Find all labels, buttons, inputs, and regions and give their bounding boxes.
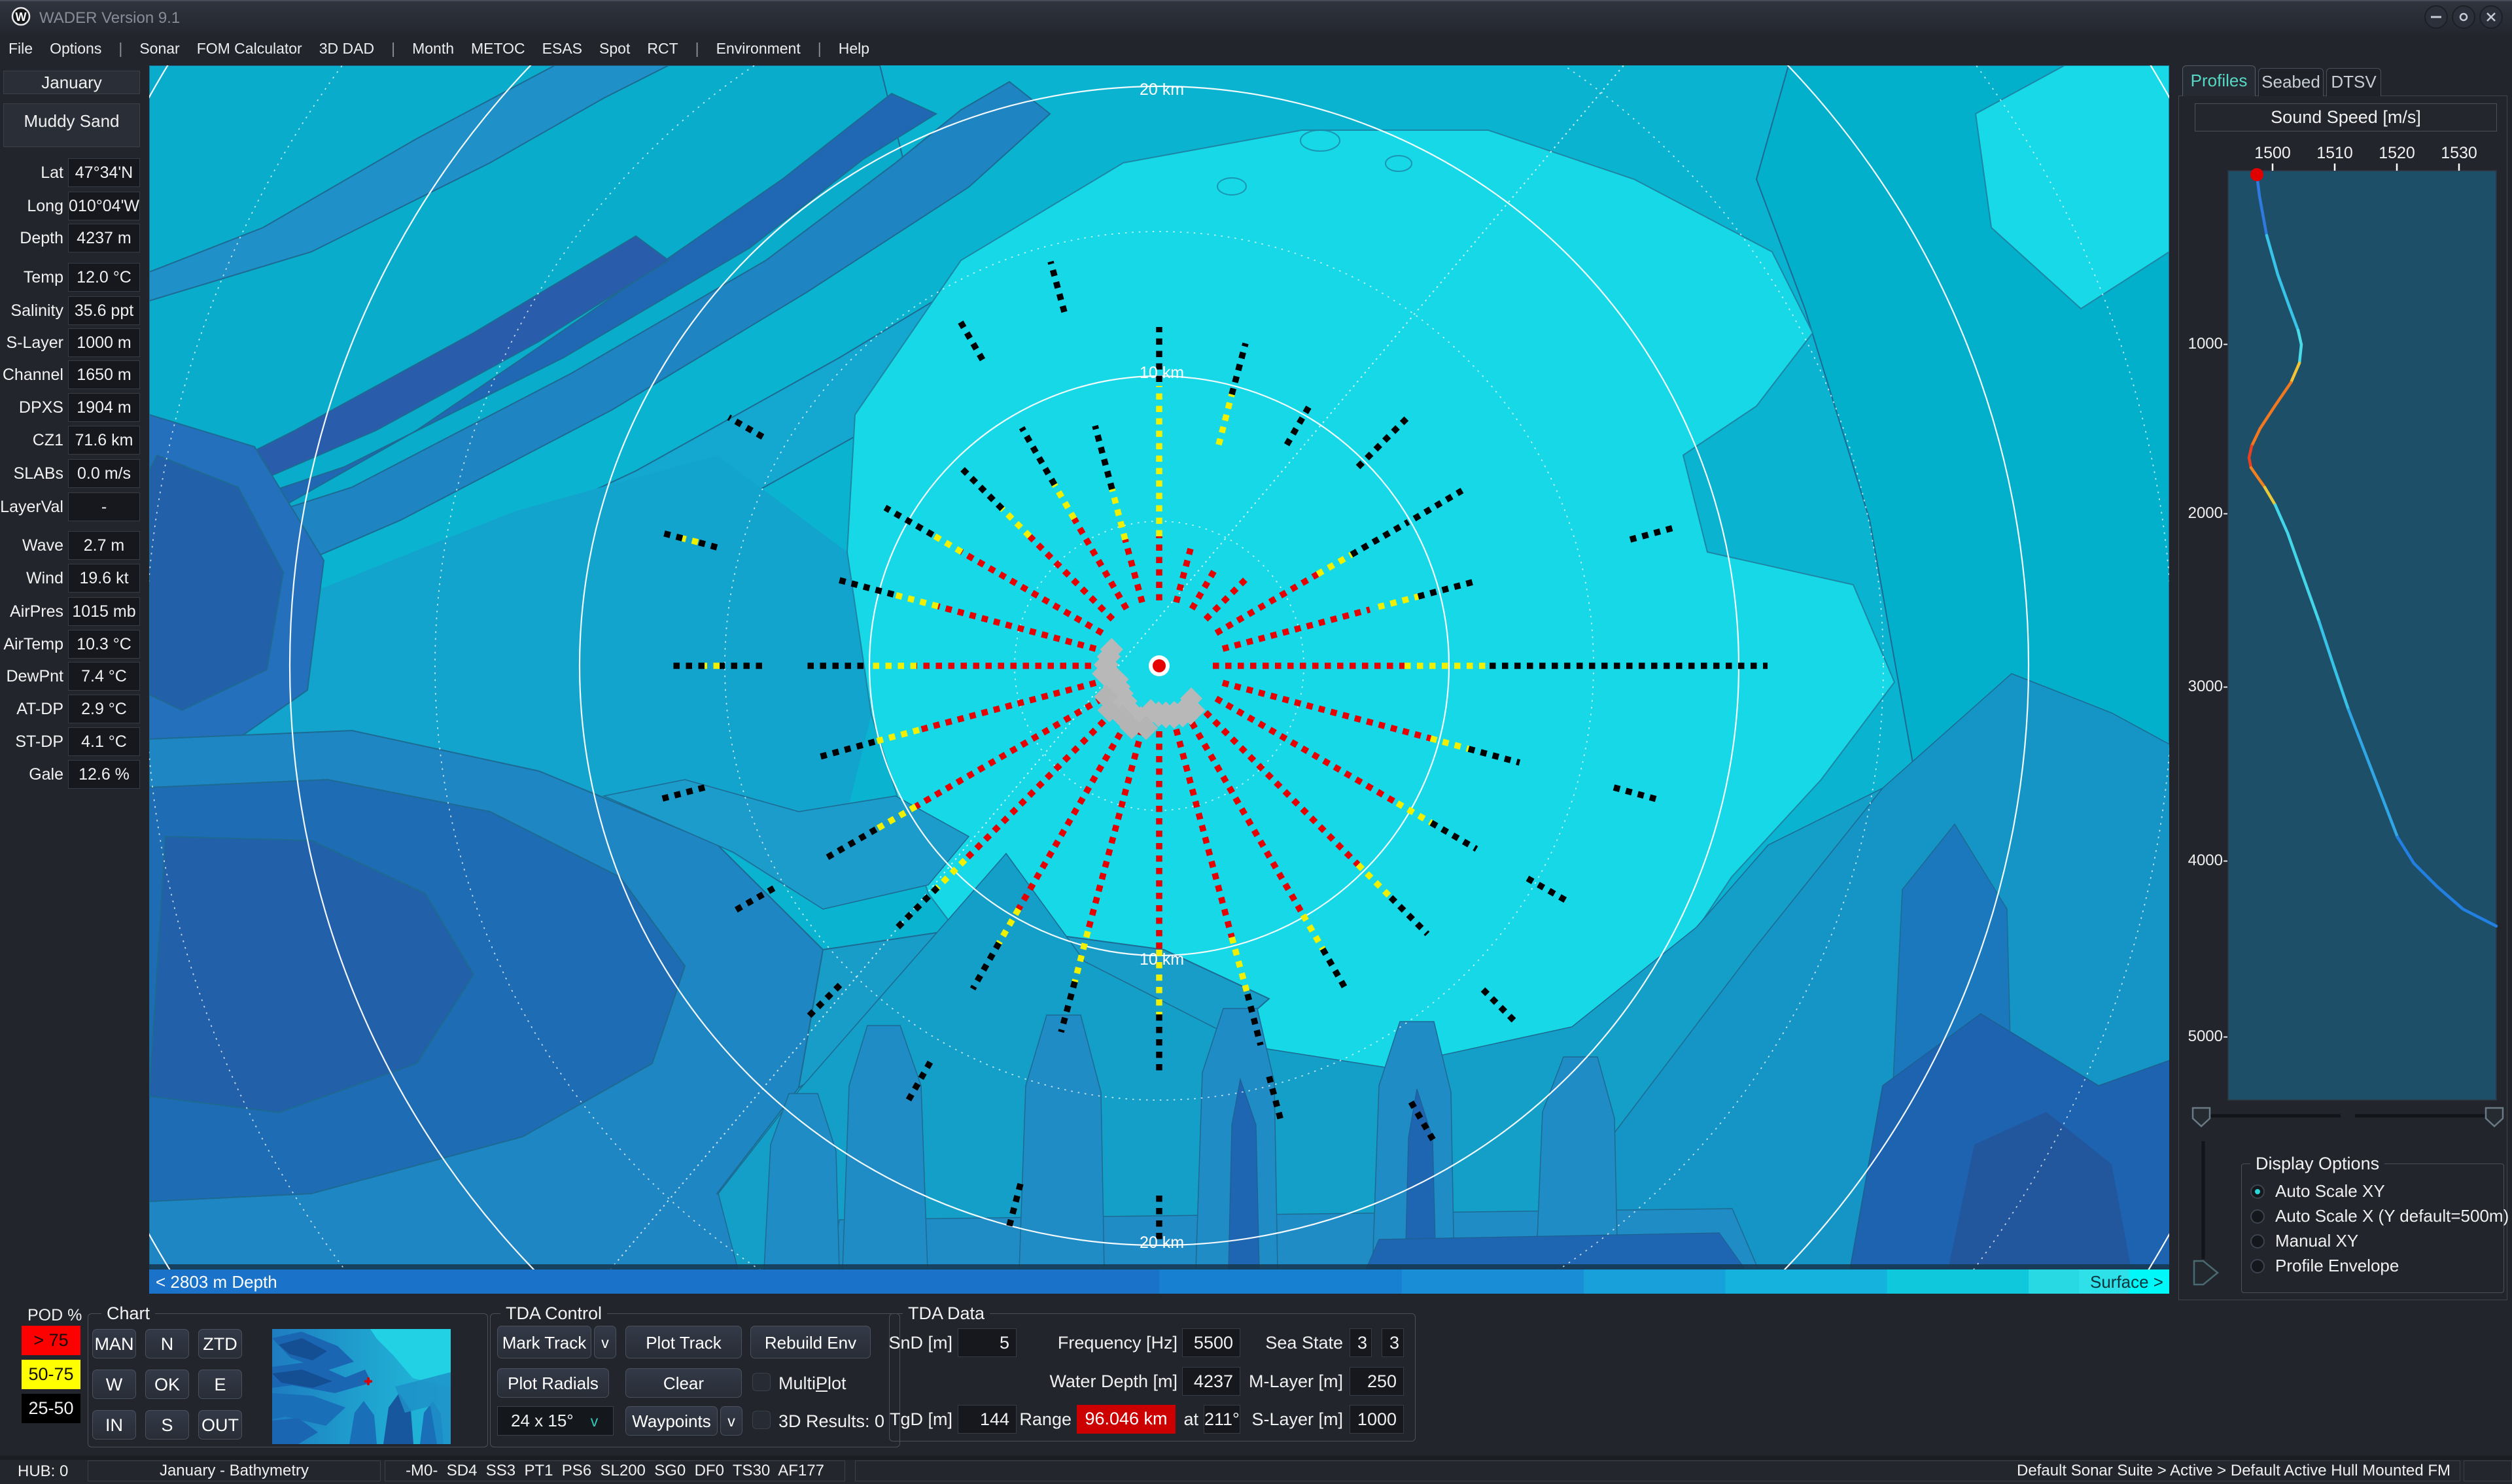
svg-text:20 km: 20 km <box>1140 80 1184 99</box>
svg-text:10 km: 10 km <box>1140 364 1184 382</box>
svg-text:10 km: 10 km <box>1140 950 1184 969</box>
svg-text:W: W <box>16 10 27 24</box>
svg-text:20 km: 20 km <box>1140 1234 1184 1252</box>
